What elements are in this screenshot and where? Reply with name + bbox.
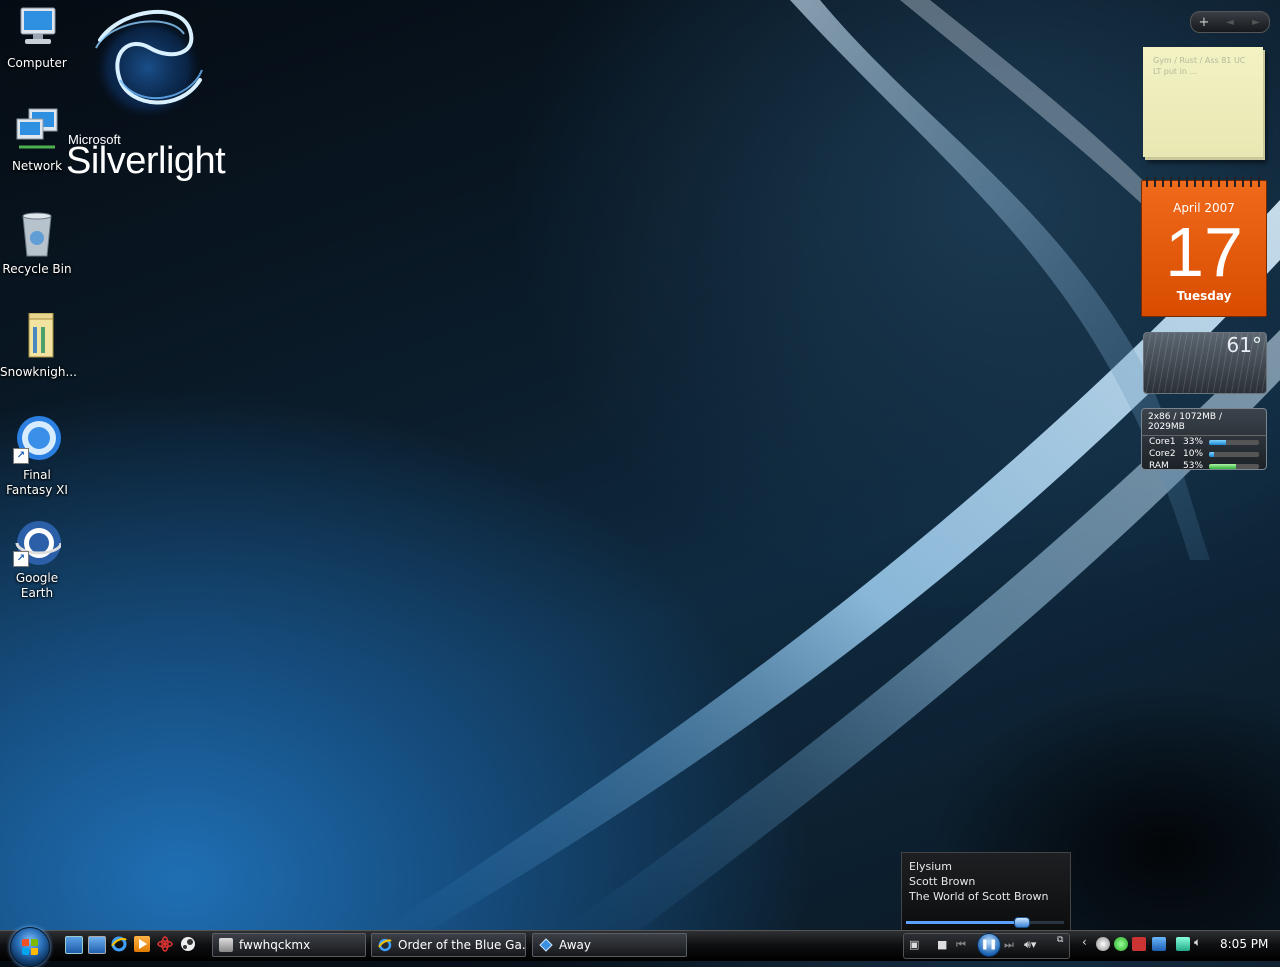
desktop-icon-final-fantasy[interactable]: ↗ Final Fantasy XI (0, 416, 74, 498)
google-earth-icon: ↗ (13, 519, 63, 567)
notes-gadget[interactable]: Gym / Rust / Ass 81 UC LT put in ... (1143, 47, 1263, 157)
desktop-icon-label: Snowknigh... (0, 365, 77, 379)
media-seek-bar[interactable] (906, 921, 1064, 924)
internet-explorer-icon[interactable] (111, 936, 127, 952)
meter-percent: 10% (1183, 449, 1204, 459)
meter-name: Core2 (1149, 449, 1176, 459)
recycle-bin-icon (13, 210, 61, 258)
taskbar-button-label: fwwhqckmx (239, 938, 311, 952)
media-player-icon[interactable] (134, 936, 150, 952)
shortcut-arrow-icon: ↗ (13, 448, 29, 464)
next-page-button[interactable]: ► (1243, 17, 1269, 28)
cpu-meter-gadget[interactable]: 2x86 / 1072MB / 2029MB Core1 33% Core2 1… (1141, 408, 1267, 472)
cpu-meter-row: Core1 33% (1142, 436, 1266, 448)
network-status-icon[interactable] (1152, 937, 1166, 951)
media-player-icon[interactable]: ▣ (909, 938, 919, 951)
meter-bar (1209, 463, 1259, 469)
media-artist: Scott Brown (909, 875, 976, 888)
taskbar-button-archive[interactable]: fwwhqckmx (212, 933, 366, 957)
previous-page-button[interactable]: ◄ (1217, 17, 1243, 28)
media-player-popup: Elysium Scott Brown The World of Scott B… (901, 852, 1071, 932)
meter-bar (1209, 451, 1259, 457)
calendar-day: 17 (1165, 213, 1243, 291)
messenger-icon (539, 938, 553, 952)
internet-explorer-icon (378, 938, 392, 952)
computer-icon (13, 4, 61, 52)
speaker-icon[interactable]: 🔈︎ (1194, 935, 1208, 949)
notes-text: Gym / Rust / Ass 81 UC LT put in ... (1153, 56, 1246, 76)
calendar-rings (1146, 177, 1262, 187)
meter-fill (1209, 463, 1236, 469)
previous-track-icon[interactable]: ⏮ (956, 938, 966, 952)
archive-icon (219, 938, 233, 952)
media-player-toolbar: ▣ ■ ⏮ ❚❚ ⏭ 🔊︎▾ ⧉ (903, 933, 1070, 959)
desktop-icon-recycle-bin[interactable]: Recycle Bin (0, 210, 74, 277)
stop-icon[interactable]: ■ (937, 938, 947, 951)
meter-percent: 53% (1183, 461, 1204, 471)
cpu-meter-row: RAM 53% (1142, 460, 1266, 472)
meter-percent: 33% (1183, 437, 1204, 447)
next-track-icon[interactable]: ⏭ (1004, 938, 1014, 952)
media-seek-fill (906, 921, 1020, 924)
weather-gadget[interactable]: 61° (1143, 332, 1267, 394)
meter-fill (1209, 439, 1226, 445)
switch-windows-icon[interactable] (88, 936, 106, 954)
weather-temperature: 61° (1226, 333, 1262, 357)
cpu-meter-row: Core2 10% (1142, 448, 1266, 460)
folder-icon (13, 312, 61, 361)
taskbar-button-browser[interactable]: Order of the Blue Ga... (371, 933, 526, 957)
taskbar-button-label: Away (559, 938, 591, 952)
cpu-meter-header: 2x86 / 1072MB / 2029MB (1142, 409, 1266, 436)
pause-icon[interactable]: ❚❚ (977, 933, 1001, 957)
tray-app-icon[interactable] (1096, 937, 1110, 951)
meter-name: Core1 (1149, 437, 1176, 447)
taskbar-button-label: Order of the Blue Ga... (398, 938, 526, 952)
desktop-icon-label: Recycle Bin (2, 262, 72, 276)
desktop-icon-label: Google Earth (15, 571, 59, 600)
desktop-icon-folder[interactable]: Snowknigh... (0, 312, 77, 380)
safely-remove-icon[interactable] (1176, 937, 1190, 951)
start-button[interactable] (10, 927, 50, 967)
calendar-gadget[interactable]: April 2007 17 Tuesday (1141, 177, 1267, 317)
final-fantasy-icon: ↗ (13, 416, 61, 464)
tray-badge-icon[interactable] (1132, 937, 1146, 951)
restore-player-icon[interactable]: ⧉ (1057, 935, 1063, 945)
network-icon (13, 107, 61, 155)
add-gadget-button[interactable]: + (1191, 15, 1217, 30)
atom-icon[interactable] (157, 936, 173, 952)
volume-icon[interactable]: 🔊︎▾ (1024, 938, 1036, 952)
steam-icon[interactable] (180, 936, 196, 952)
silverlight-product-text: Silverlight (66, 140, 226, 182)
calendar-weekday: Tuesday (1176, 289, 1232, 303)
windows-logo-icon (22, 939, 38, 955)
sidebar-controls: + ◄ ► (1190, 11, 1270, 33)
meter-name: RAM (1149, 461, 1169, 471)
media-track: Elysium (909, 860, 952, 873)
media-seek-knob[interactable] (1014, 917, 1030, 928)
desktop-icon-google-earth[interactable]: ↗ Google Earth (0, 519, 74, 601)
meter-fill (1209, 451, 1214, 457)
show-desktop-icon[interactable] (65, 936, 83, 954)
desktop-icon-label: Final Fantasy XI (6, 468, 68, 497)
media-album: The World of Scott Brown (909, 890, 1049, 903)
shortcut-arrow-icon: ↗ (13, 551, 29, 567)
show-hidden-icons-chevron-icon[interactable]: ‹ (1082, 935, 1096, 949)
utorrent-icon[interactable] (1114, 937, 1128, 951)
taskbar-button-messenger[interactable]: Away (532, 933, 687, 957)
taskbar-clock[interactable]: 8:05 PM (1220, 937, 1268, 951)
meter-bar (1209, 439, 1259, 445)
